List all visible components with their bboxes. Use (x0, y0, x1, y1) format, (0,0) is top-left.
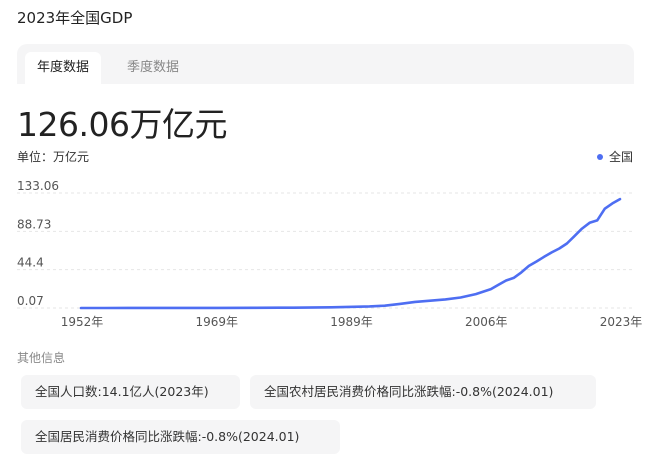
y-tick-label: 44.4 (17, 256, 44, 270)
chart-legend[interactable]: 全国 (596, 148, 633, 165)
gdp-line-chart[interactable]: 133.06 88.73 44.4 0.07 1952年 1969年 1989年 2006年… (0, 178, 651, 338)
tab-quarterly-data[interactable]: 季度数据 (117, 52, 189, 84)
headline-value: 126.06万亿元 (17, 105, 227, 144)
x-tick-label: 1952年 (61, 315, 104, 329)
unit-label: 单位：万亿元 (17, 150, 90, 164)
tab-bar: 年度数据 季度数据 (17, 44, 634, 84)
info-chip-population[interactable]: 全国人口数:14.1亿人(2023年) (21, 375, 240, 409)
other-info-title: 其他信息 (17, 351, 66, 365)
page-title: 2023年全国GDP (17, 9, 133, 27)
legend-dot-icon (596, 153, 603, 160)
series-line-national (79, 197, 622, 310)
legend-label: 全国 (608, 150, 633, 164)
info-chip-cpi[interactable]: 全国居民消费价格同比涨跌幅:-0.8%(2024.01) (21, 420, 340, 454)
x-tick-label: 2023年 (600, 315, 643, 329)
y-tick-label: 88.73 (17, 217, 51, 231)
x-tick-label: 1969年 (195, 315, 238, 329)
y-tick-label: 0.07 (17, 294, 44, 308)
info-chip-rural-cpi[interactable]: 全国农村居民消费价格同比涨跌幅:-0.8%(2024.01) (250, 375, 596, 409)
x-tick-label: 2006年 (465, 315, 508, 329)
tab-annual-data[interactable]: 年度数据 (25, 52, 101, 84)
x-tick-label: 1989年 (330, 315, 373, 329)
y-tick-label: 133.06 (17, 179, 59, 193)
